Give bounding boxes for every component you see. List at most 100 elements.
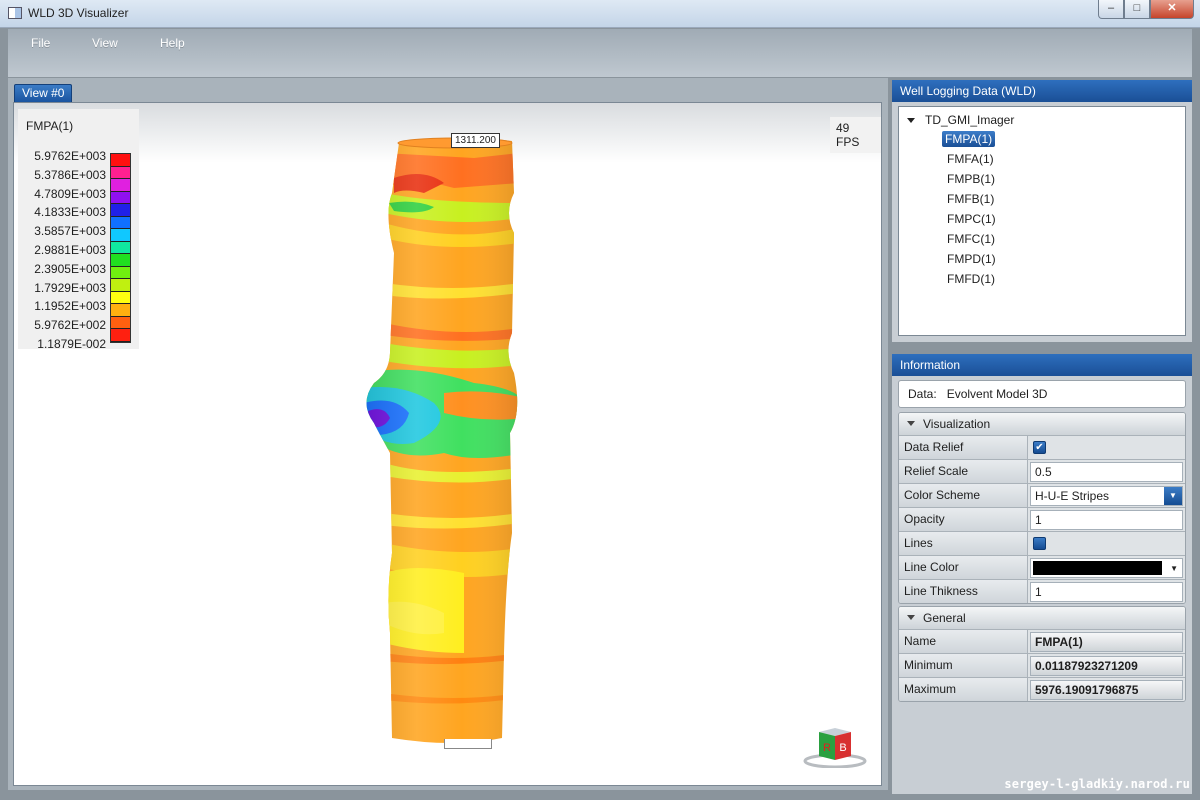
tree-item[interactable]: FMPD(1) bbox=[944, 251, 999, 267]
legend-label: 5.3786E+003 bbox=[34, 167, 106, 182]
legend-color-segment bbox=[111, 254, 130, 267]
tree-root-label: TD_GMI_Imager bbox=[925, 113, 1015, 127]
legend-color-segment bbox=[111, 191, 130, 205]
data-source-field: Data: Evolvent Model 3D bbox=[898, 380, 1186, 408]
cube-face-left: R bbox=[823, 742, 831, 754]
legend-label: 4.1833E+003 bbox=[34, 205, 106, 220]
color-scheme-value: H-U-E Stripes bbox=[1035, 489, 1110, 503]
legend-label: 4.7809E+003 bbox=[34, 186, 106, 201]
maximize-button[interactable]: □ bbox=[1124, 0, 1150, 19]
tree-item[interactable]: FMFA(1) bbox=[944, 151, 997, 167]
expand-arrow-icon[interactable] bbox=[907, 118, 915, 124]
maximum-value: 5976.19091796875 bbox=[1030, 680, 1183, 700]
data-relief-checkbox[interactable]: ✔ bbox=[1033, 441, 1046, 454]
3d-viewport[interactable]: FMPA(1) 5.9762E+003 5.3786E+003 4.7809E+00… bbox=[13, 102, 882, 786]
legend-label: 5.9762E+003 bbox=[34, 149, 106, 163]
minimum-value: 0.01187923271209 bbox=[1030, 656, 1183, 676]
legend-label: 2.9881E+003 bbox=[34, 243, 106, 257]
tab-view-0[interactable]: View #0 bbox=[14, 84, 73, 102]
menu-file[interactable]: File bbox=[31, 36, 50, 50]
collapse-icon[interactable] bbox=[907, 615, 915, 620]
name-value: FMPA(1) bbox=[1030, 632, 1183, 652]
visualization-section: Visualization Data Relief ✔ Relief Scale… bbox=[898, 412, 1186, 604]
menu-view[interactable]: View bbox=[92, 36, 118, 50]
legend-label: 3.5857E+003 bbox=[34, 224, 106, 239]
close-button[interactable]: ✕ bbox=[1150, 0, 1194, 19]
color-swatch bbox=[1033, 561, 1162, 575]
prop-relief-scale: Relief Scale 0.5 bbox=[899, 459, 1185, 483]
prop-label: Color Scheme bbox=[899, 484, 1028, 507]
general-section: General Name FMPA(1) Minimum 0.011879232… bbox=[898, 606, 1186, 702]
information-panel: Information Data: Evolvent Model 3D Visu… bbox=[892, 354, 1192, 794]
legend-label: 1.1952E+003 bbox=[34, 299, 106, 314]
menu-help[interactable]: Help bbox=[160, 36, 185, 50]
wld-panel: Well Logging Data (WLD) TD_GMI_Imager FM… bbox=[892, 80, 1192, 342]
well-bore-model[interactable] bbox=[354, 133, 534, 753]
legend-color-segment bbox=[111, 154, 130, 167]
wld-tree: TD_GMI_Imager FMPA(1) FMFA(1) FMPB(1) FMFB(… bbox=[898, 106, 1186, 336]
visualization-title: Visualization bbox=[923, 417, 991, 431]
opacity-input[interactable]: 1 bbox=[1030, 510, 1183, 530]
prop-label: Relief Scale bbox=[899, 460, 1028, 483]
prop-label: Lines bbox=[899, 532, 1028, 555]
information-panel-header: Information bbox=[892, 354, 1192, 376]
legend-color-segment bbox=[111, 316, 130, 330]
prop-label: Name bbox=[899, 630, 1028, 653]
legend-color-segment bbox=[111, 304, 130, 317]
line-color-picker[interactable]: ▼ bbox=[1030, 558, 1183, 578]
color-scheme-select[interactable]: H-U-E Stripes ▼ bbox=[1030, 486, 1183, 506]
tree-item[interactable]: FMPA(1) bbox=[942, 131, 996, 147]
cube-face-right: B bbox=[839, 742, 846, 754]
menu-bar: File View Help bbox=[8, 29, 1192, 77]
depth-marker-bottom bbox=[444, 739, 492, 749]
chevron-down-icon[interactable]: ▼ bbox=[1170, 564, 1178, 573]
prop-label: Line Thikness bbox=[899, 580, 1028, 603]
tree-item[interactable]: FMPB(1) bbox=[944, 171, 998, 187]
prop-label: Data Relief bbox=[899, 436, 1028, 459]
prop-label: Maximum bbox=[899, 678, 1028, 701]
prop-data-relief: Data Relief ✔ bbox=[899, 435, 1185, 459]
legend-color-segment bbox=[111, 204, 130, 217]
prop-color-scheme: Color Scheme H-U-E Stripes ▼ bbox=[899, 483, 1185, 507]
tree-item[interactable]: FMFB(1) bbox=[944, 191, 997, 207]
title-bar: WLD 3D Visualizer – □ ✕ bbox=[0, 0, 1200, 28]
prop-minimum: Minimum 0.01187923271209 bbox=[899, 653, 1185, 677]
chevron-down-icon[interactable]: ▼ bbox=[1164, 487, 1182, 505]
tree-root[interactable]: TD_GMI_Imager bbox=[907, 113, 1014, 127]
tree-item[interactable]: FMFC(1) bbox=[944, 231, 998, 247]
legend-color-segment bbox=[111, 229, 130, 242]
footer-credit: sergey-l-gladkiy.narod.ru bbox=[1004, 777, 1190, 791]
prop-opacity: Opacity 1 bbox=[899, 507, 1185, 531]
tree-item[interactable]: FMFD(1) bbox=[944, 271, 998, 287]
prop-line-color: Line Color ▼ bbox=[899, 555, 1185, 579]
prop-label: Minimum bbox=[899, 654, 1028, 677]
minimize-button[interactable]: – bbox=[1098, 0, 1124, 19]
legend-label: 2.3905E+003 bbox=[34, 261, 106, 276]
prop-label: Opacity bbox=[899, 508, 1028, 531]
view-area: View #0 FMPA(1) 5.9762E+003 5.3786E+003 4.… bbox=[8, 78, 888, 790]
collapse-icon[interactable] bbox=[907, 421, 915, 426]
legend-label: 1.1879E-002 bbox=[37, 337, 106, 351]
relief-scale-input[interactable]: 0.5 bbox=[1030, 462, 1183, 482]
prop-line-thickness: Line Thikness 1 bbox=[899, 579, 1185, 603]
data-label: Data: bbox=[908, 387, 937, 401]
color-legend: FMPA(1) 5.9762E+003 5.3786E+003 4.7809E+00… bbox=[18, 109, 139, 351]
data-value: Evolvent Model 3D bbox=[946, 387, 1048, 401]
general-section-header[interactable]: General bbox=[899, 607, 1185, 629]
app-icon bbox=[8, 7, 22, 19]
prop-lines: Lines bbox=[899, 531, 1185, 555]
legend-color-segment bbox=[111, 266, 130, 280]
legend-color-bar bbox=[110, 153, 131, 343]
tree-item[interactable]: FMPC(1) bbox=[944, 211, 999, 227]
visualization-section-header[interactable]: Visualization bbox=[899, 413, 1185, 435]
prop-maximum: Maximum 5976.19091796875 bbox=[899, 677, 1185, 701]
legend-label: 1.7929E+003 bbox=[34, 280, 106, 295]
general-title: General bbox=[923, 611, 966, 625]
prop-label: Line Color bbox=[899, 556, 1028, 579]
legend-title: FMPA(1) bbox=[26, 119, 74, 133]
line-thickness-input[interactable]: 1 bbox=[1030, 582, 1183, 602]
legend-color-segment bbox=[111, 241, 130, 255]
window-title: WLD 3D Visualizer bbox=[28, 6, 129, 20]
lines-checkbox[interactable] bbox=[1033, 537, 1046, 550]
orientation-cube-icon[interactable]: R B bbox=[803, 728, 867, 768]
